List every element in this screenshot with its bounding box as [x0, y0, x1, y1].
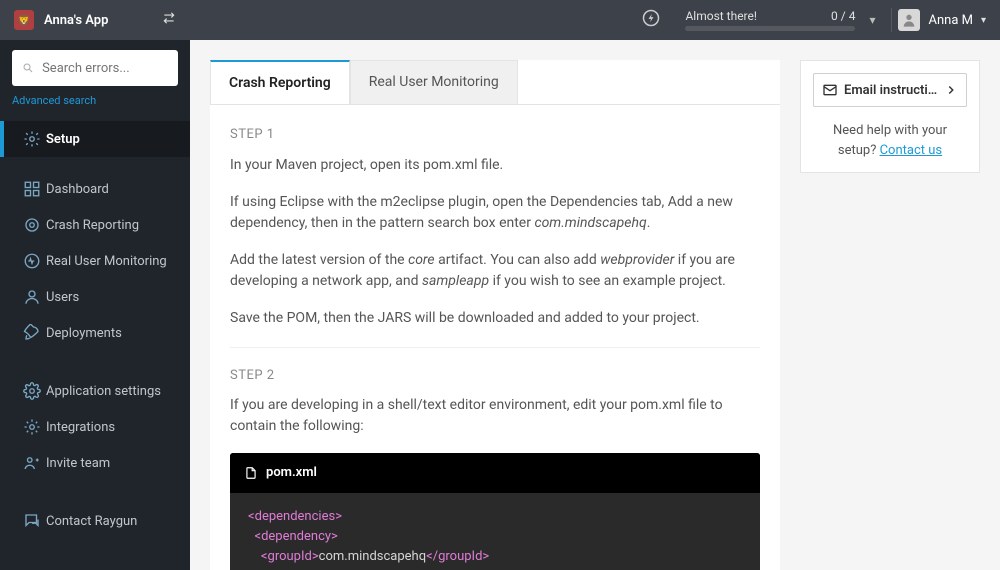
step1-p2: If using Eclipse with the m2eclipse plug… — [230, 192, 760, 234]
step1-p4: Save the POM, then the JARS will be down… — [230, 308, 760, 329]
app-logo: 🦁 — [14, 10, 34, 30]
onboarding-progress[interactable]: Almost there! 0 / 4 — [685, 9, 855, 31]
step1-p1: In your Maven project, open its pom.xml … — [230, 155, 760, 176]
sidebar-item-dashboard[interactable]: Dashboard — [0, 171, 190, 207]
nav-label: Real User Monitoring — [46, 254, 167, 269]
code-content: <dependencies> <dependency> <groupId>com… — [230, 493, 760, 570]
user-menu[interactable]: Anna M ▾ — [898, 9, 986, 31]
user-caret-icon: ▾ — [981, 15, 986, 26]
nav-label: Invite team — [46, 456, 110, 471]
target-icon — [18, 216, 46, 234]
topbar: 🦁 Anna's App Almost there! 0 / 4 ▾ Anna … — [0, 0, 1000, 40]
sidebar-item-integrations[interactable]: Integrations — [0, 409, 190, 445]
chat-icon — [18, 512, 46, 530]
user-icon — [18, 288, 46, 306]
avatar — [898, 9, 920, 31]
sidebar-item-setup[interactable]: Setup — [0, 121, 190, 157]
search-input[interactable] — [42, 61, 168, 76]
chevron-right-icon — [944, 83, 958, 97]
progress-count: 0 / 4 — [831, 9, 855, 23]
nav-label: Application settings — [46, 384, 161, 399]
nav-label: Setup — [46, 132, 80, 147]
sidebar-item-deployments[interactable]: Deployments — [0, 315, 190, 351]
settings-icon — [18, 382, 46, 400]
divider — [230, 347, 760, 348]
search-input-wrap[interactable] — [12, 50, 178, 86]
gear-icon — [18, 130, 46, 148]
code-block: pom.xml <dependencies> <dependency> <gro… — [230, 453, 760, 570]
divider — [891, 8, 892, 32]
puzzle-icon — [18, 418, 46, 436]
sidebar-item-users[interactable]: Users — [0, 279, 190, 315]
code-header: pom.xml — [230, 453, 760, 493]
nav-label: Integrations — [46, 420, 115, 435]
code-filename: pom.xml — [266, 463, 317, 483]
content-body: STEP 1 In your Maven project, open its p… — [210, 105, 780, 570]
mail-icon — [822, 82, 838, 98]
topbar-app: 🦁 Anna's App — [0, 10, 190, 30]
email-btn-label: Email instructi… — [844, 83, 938, 98]
tab-crash-reporting[interactable]: Crash Reporting — [210, 60, 350, 104]
progress-bar — [685, 26, 855, 31]
bolt-icon[interactable] — [631, 8, 671, 32]
content-panel: Crash Reporting Real User Monitoring STE… — [210, 60, 780, 570]
nav-label: Contact Raygun — [46, 514, 137, 529]
sidebar-item-appsettings[interactable]: Application settings — [0, 373, 190, 409]
nav-label: Dashboard — [46, 182, 109, 197]
help-text: Need help with your setup? Contact us — [813, 121, 967, 160]
sidebar-item-crash[interactable]: Crash Reporting — [0, 207, 190, 243]
email-instructions-button[interactable]: Email instructi… — [813, 73, 967, 107]
sidebar: Advanced search Setup Dashboard Crash Re… — [0, 40, 190, 570]
contact-us-link[interactable]: Contact us — [880, 143, 943, 158]
dashboard-icon — [18, 180, 46, 198]
step2-label: STEP 2 — [230, 366, 760, 386]
sidebar-item-contact[interactable]: Contact Raygun — [0, 503, 190, 539]
nav-label: Users — [46, 290, 79, 305]
step2-p1: If you are developing in a shell/text ed… — [230, 395, 760, 437]
tab-rum[interactable]: Real User Monitoring — [350, 60, 518, 104]
step1-p3: Add the latest version of the core artif… — [230, 250, 760, 292]
help-aside: Email instructi… Need help with your set… — [800, 60, 980, 173]
pulse-icon — [18, 252, 46, 270]
step1-label: STEP 1 — [230, 125, 760, 145]
progress-caret-icon[interactable]: ▾ — [869, 13, 875, 27]
main: Crash Reporting Real User Monitoring STE… — [190, 40, 1000, 570]
tabs: Crash Reporting Real User Monitoring — [210, 60, 780, 105]
shuffle-icon[interactable] — [162, 11, 176, 29]
advanced-search-link[interactable]: Advanced search — [12, 94, 190, 107]
file-icon — [244, 466, 258, 480]
sidebar-item-rum[interactable]: Real User Monitoring — [0, 243, 190, 279]
nav-label: Crash Reporting — [46, 218, 139, 233]
sidebar-item-invite[interactable]: Invite team — [0, 445, 190, 481]
nav-label: Deployments — [46, 326, 122, 341]
rocket-icon — [18, 324, 46, 342]
team-icon — [18, 454, 46, 472]
app-name: Anna's App — [44, 13, 108, 28]
progress-label: Almost there! — [685, 9, 757, 23]
user-name: Anna M — [928, 13, 972, 28]
